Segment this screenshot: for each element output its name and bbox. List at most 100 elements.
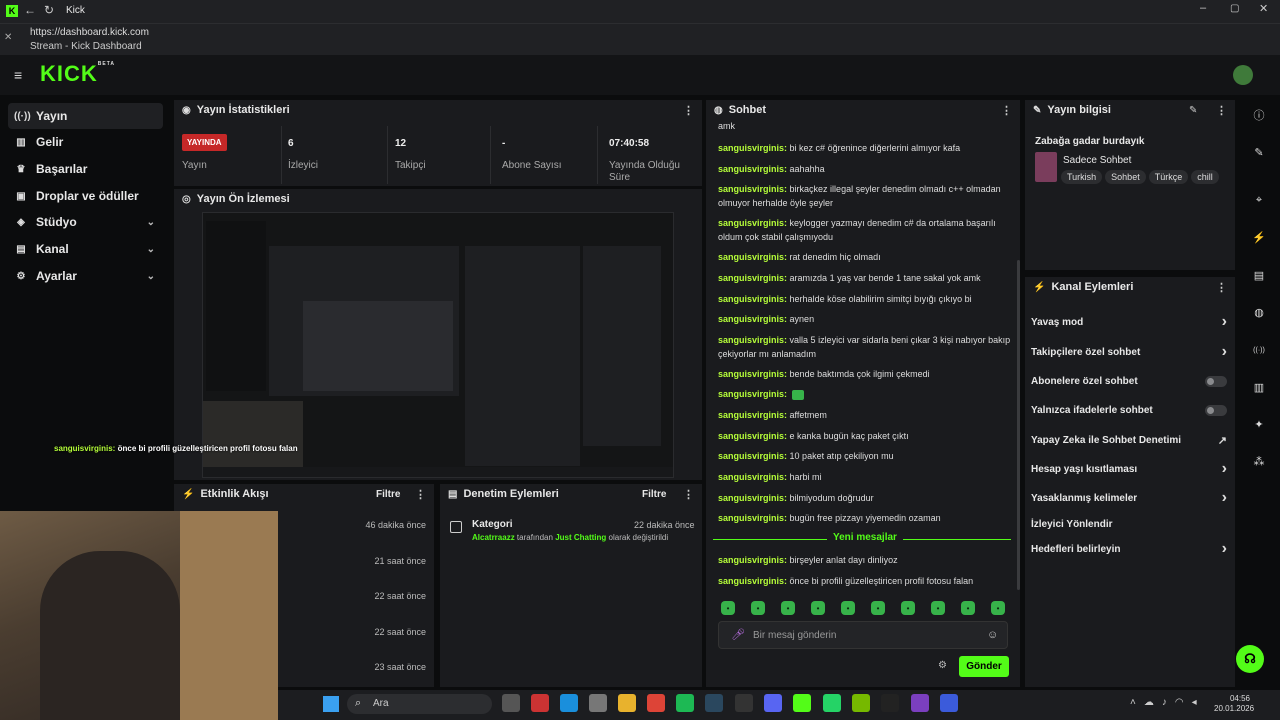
sidebar-item-5[interactable]: ▤ Kanal ⌄ [8, 236, 163, 262]
tag[interactable]: Türkçe [1148, 170, 1189, 184]
broadcast-icon[interactable]: ((·)) [1250, 341, 1268, 359]
channel-action[interactable]: İzleyici Yönlendir [1031, 515, 1231, 533]
channel-action[interactable]: Yavaş mod › [1031, 313, 1231, 331]
emote-icon[interactable]: • [871, 601, 885, 615]
emote-icon[interactable]: • [841, 601, 855, 615]
info-menu-icon[interactable]: ⋮ [1216, 104, 1227, 117]
channel-action[interactable]: Yalnızca ifadelerle sohbet [1031, 401, 1231, 419]
chevron-down-icon[interactable]: ⌄ [147, 217, 155, 228]
chevron-down-icon[interactable]: ⌄ [147, 271, 155, 282]
sidebar-item-6[interactable]: ⚙ Ayarlar ⌄ [8, 263, 163, 289]
url-text[interactable]: https://dashboard.kick.com [30, 27, 149, 38]
panel-icon[interactable]: ▥ [1250, 378, 1268, 396]
sidebar-item-0[interactable]: ((·)) Yayın [8, 103, 163, 129]
channel-action[interactable]: Hesap yaşı kısıtlaması › [1031, 460, 1231, 478]
copilot-icon[interactable] [531, 694, 549, 712]
chat-icon[interactable]: ◍ [1250, 303, 1268, 321]
kick-app-icon[interactable] [793, 694, 811, 712]
chat-username[interactable]: sanguisvirginis: [718, 389, 787, 399]
chat-username[interactable]: sanguisvirginis: [718, 513, 787, 523]
emote-icon[interactable]: • [991, 601, 1005, 615]
taskbar-search[interactable]: ⌕ Ara [347, 694, 492, 714]
hamburger-menu-icon[interactable]: ≡ [14, 67, 22, 83]
chevron-right-icon[interactable]: › [1222, 343, 1227, 361]
category-name[interactable]: Sadece Sohbet [1063, 155, 1131, 166]
chat-username[interactable]: sanguisvirginis: [718, 335, 787, 345]
chat-username[interactable]: sanguisvirginis: [718, 184, 787, 194]
wrench-icon[interactable]: ✦ [1250, 415, 1268, 433]
chevron-right-icon[interactable]: › [1222, 460, 1227, 478]
sidebar-item-4[interactable]: ◈ Stüdyo ⌄ [8, 209, 163, 235]
emote-icon[interactable]: • [901, 601, 915, 615]
send-button[interactable]: Gönder [959, 656, 1009, 677]
steam-icon[interactable] [705, 694, 723, 712]
chat-username[interactable]: sanguisvirginis: [718, 273, 787, 283]
chrome-icon[interactable] [647, 694, 665, 712]
close-tab-icon[interactable]: ✕ [4, 32, 12, 43]
chat-menu-icon[interactable]: ⋮ [1001, 104, 1012, 117]
chevron-down-icon[interactable]: ⌄ [147, 244, 155, 255]
help-button[interactable]: ☊ [1236, 645, 1264, 673]
sidebar-item-1[interactable]: ▥ Gelir [8, 129, 163, 155]
maximize-icon[interactable]: ▢ [1230, 3, 1239, 14]
emote-icon[interactable]: • [811, 601, 825, 615]
tray-icons[interactable]: ˄☁♪◠◂ [1130, 697, 1205, 708]
external-link-icon[interactable]: ↗ [1218, 434, 1227, 447]
sidebar-item-2[interactable]: ♛ Başarılar [8, 156, 163, 182]
chat-username[interactable]: sanguisvirginis: [718, 576, 787, 586]
toggle-switch[interactable] [1205, 375, 1227, 387]
chat-scrollbar[interactable] [1017, 260, 1020, 590]
emote-icon[interactable]: • [781, 601, 795, 615]
tag[interactable]: Turkish [1061, 170, 1103, 184]
emote-icon[interactable]: • [751, 601, 765, 615]
store-icon[interactable] [589, 694, 607, 712]
emote-icon[interactable]: • [721, 601, 735, 615]
emote-icon[interactable]: • [961, 601, 975, 615]
onenote-icon[interactable] [911, 694, 929, 712]
app-icon[interactable] [940, 694, 958, 712]
spotify-icon[interactable] [676, 694, 694, 712]
actions-menu-icon[interactable]: ⋮ [1216, 281, 1227, 294]
start-icon[interactable] [323, 696, 339, 712]
chat-username[interactable]: sanguisvirginis: [718, 451, 787, 461]
back-icon[interactable]: ← [24, 3, 36, 17]
channel-action[interactable]: Hedefleri belirleyin › [1031, 540, 1231, 558]
chat-username[interactable]: sanguisvirginis: [718, 431, 787, 441]
emoji-picker-icon[interactable]: ☺ [987, 629, 998, 641]
moderation-filter-button[interactable]: Filtre [642, 489, 666, 500]
pencil-icon[interactable]: ✎ [1250, 143, 1268, 161]
moderation-actor[interactable]: Alcatrraazz [472, 533, 515, 542]
chevron-right-icon[interactable]: › [1222, 313, 1227, 331]
moderation-menu-icon[interactable]: ⋮ [683, 488, 694, 501]
microphone-icon[interactable]: 🎤︎ [731, 628, 745, 641]
chevron-right-icon[interactable]: › [1222, 540, 1227, 558]
tab-title[interactable]: Kick [66, 5, 85, 16]
channel-action[interactable]: Takipçilere özel sohbet › [1031, 343, 1231, 361]
edit-info-icon[interactable]: ✎ [1189, 105, 1197, 116]
stream-video[interactable] [202, 212, 674, 478]
chat-username[interactable]: sanguisvirginis: [718, 143, 787, 153]
channel-action[interactable]: Abonelere özel sohbet [1031, 372, 1231, 390]
chat-username[interactable]: sanguisvirginis: [718, 218, 787, 228]
focus-icon[interactable]: ⌖ [1250, 191, 1268, 209]
kick-logo[interactable]: KICKBETA [40, 61, 115, 87]
reload-icon[interactable]: ↻ [44, 3, 54, 17]
minimize-icon[interactable]: – [1200, 2, 1206, 14]
chat-username[interactable]: sanguisvirginis: [718, 493, 787, 503]
nvidia-icon[interactable] [852, 694, 870, 712]
info-icon[interactable]: ⓘ [1250, 106, 1268, 124]
task-view-icon[interactable] [502, 694, 520, 712]
discord-icon[interactable] [764, 694, 782, 712]
chat-username[interactable]: sanguisvirginis: [718, 252, 787, 262]
chat-settings-icon[interactable]: ⚙ [938, 660, 947, 671]
chat-username[interactable]: sanguisvirginis: [718, 314, 787, 324]
app-icon[interactable] [881, 694, 899, 712]
toggle-switch[interactable] [1205, 404, 1227, 416]
chat-username[interactable]: sanguisvirginis: [718, 294, 787, 304]
share-icon[interactable]: ⁂ [1250, 452, 1268, 470]
chat-input[interactable]: 🎤︎ Bir mesaj gönderin ☺ [718, 621, 1008, 649]
chat-username[interactable]: sanguisvirginis: [718, 369, 787, 379]
user-avatar[interactable] [1233, 65, 1253, 85]
whatsapp-icon[interactable] [823, 694, 841, 712]
document-icon[interactable]: ▤ [1250, 266, 1268, 284]
